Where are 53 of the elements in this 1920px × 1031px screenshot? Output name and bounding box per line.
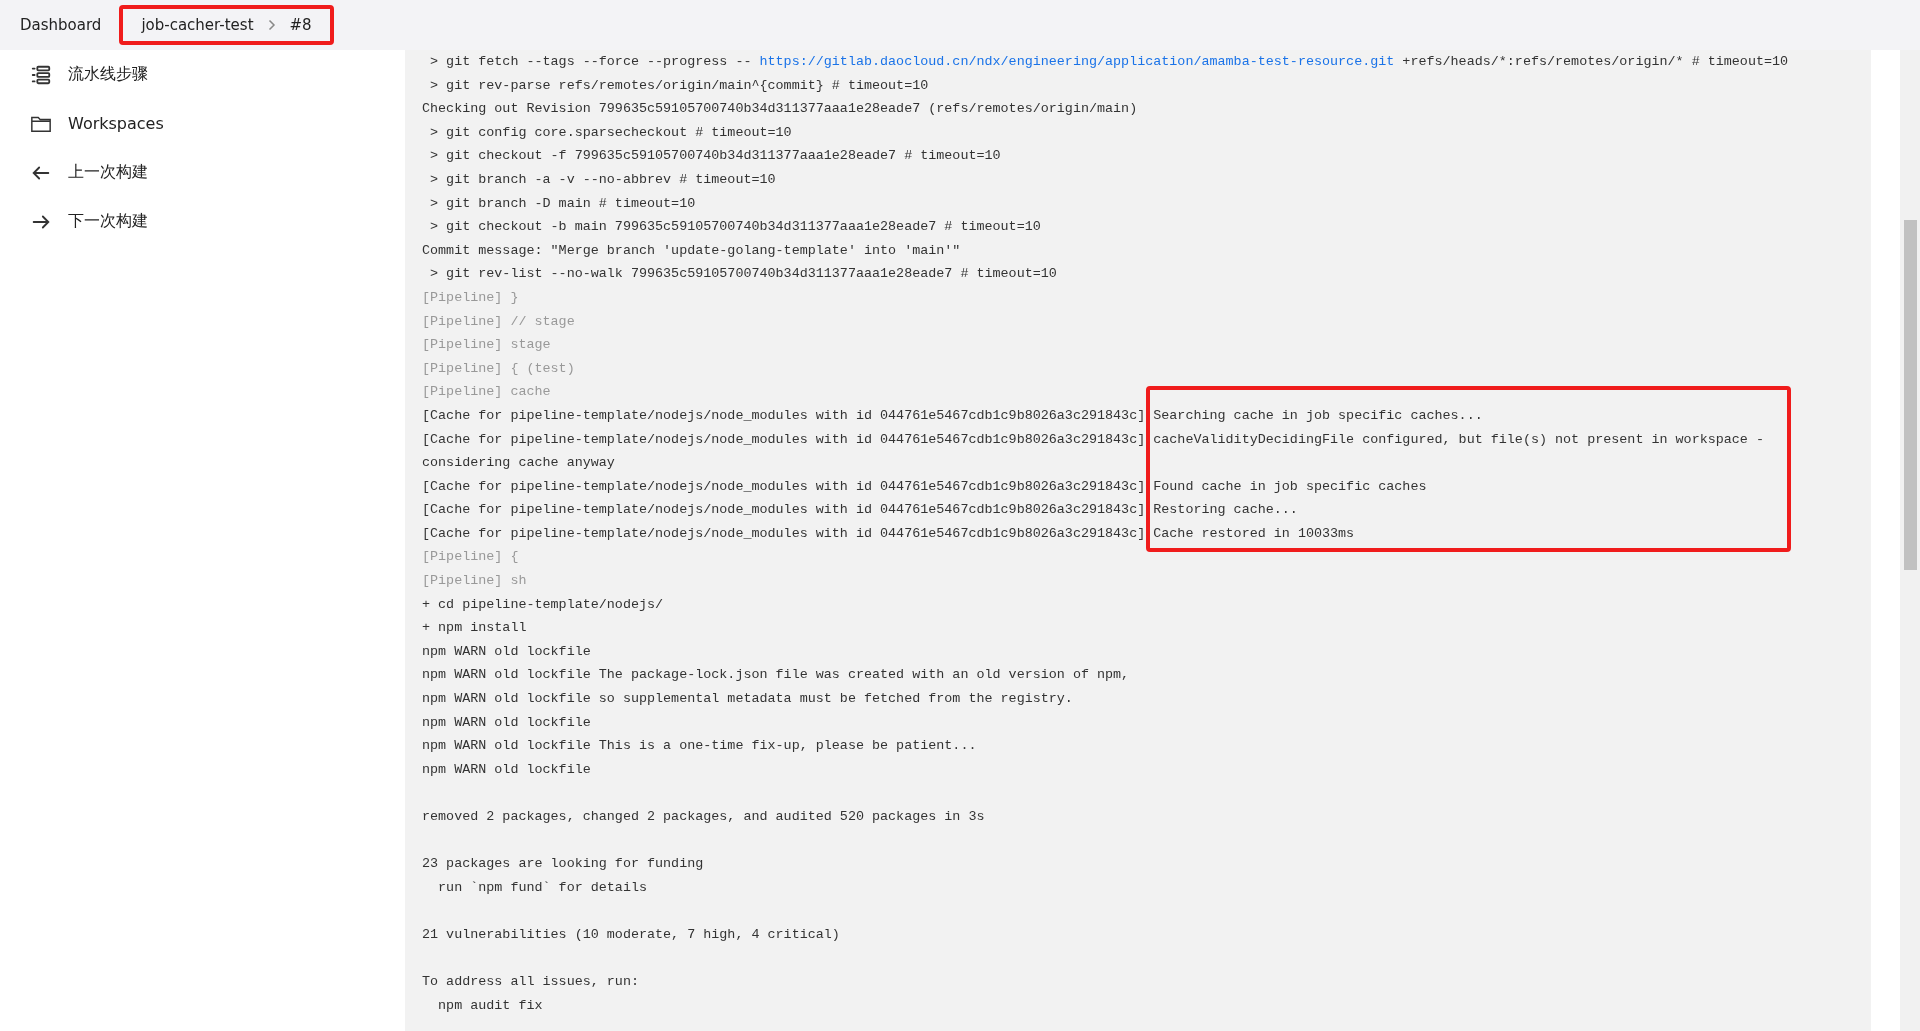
- log-line: [Pipeline] { (test): [422, 360, 575, 376]
- log-message: Searching cache in job specific caches...: [1153, 407, 1483, 423]
- log-line: > git rev-list --no-walk 799635c59105700740b34d311377aaa1e28eade7 # timeout=10: [429, 266, 1057, 282]
- repo-link[interactable]: https://gitlab.daocloud.cn/ndx/engineering/application/amamba-test-resource.git: [759, 54, 1395, 69]
- log-line: Commit message: "Merge branch 'update-golang-template' into 'main'": [422, 242, 961, 258]
- log-line: > git config core.sparsecheckout # timeout=10: [429, 124, 792, 140]
- log-line: + cd pipeline-template/nodejs/: [422, 596, 664, 612]
- log-line: > git fetch --tags --force --progress --: [429, 54, 753, 69]
- log-line: npm WARN old lockfile: [422, 761, 591, 777]
- log-line: +refs/heads/*:refs/remotes/origin/* # timeout=10: [1401, 54, 1789, 69]
- breadcrumb-link[interactable]: #8: [289, 16, 312, 34]
- log-line: npm WARN old lockfile: [422, 643, 591, 659]
- sidebar-item[interactable]: 流水线步骤: [0, 50, 405, 99]
- chevron-icon: [267, 19, 276, 31]
- log-line: [Pipeline] cache: [422, 384, 551, 400]
- log-line: npm WARN old lockfile This is a one-time fix-up, please be patient...: [422, 738, 977, 754]
- log-line: npm audit fix: [437, 997, 543, 1013]
- log-line: npm WARN old lockfile The package-lock.json file was created with an old version of npm,: [422, 667, 1130, 683]
- log-line: [Pipeline] {: [422, 549, 519, 565]
- sidebar-item[interactable]: Workspaces: [0, 99, 405, 148]
- log-line: npm WARN old lockfile so supplemental metadata must be fetched from the registry.: [422, 691, 1073, 707]
- log-prefix: [Cache for pipeline-template/nodejs/node_modules with id 044761e5467cdb1c9b8026a3c291843c]: [422, 502, 1146, 518]
- log-line: removed 2 packages, changed 2 packages, and audited 520 packages in 3s: [422, 809, 985, 824]
- breadcrumb-link[interactable]: job-cacher-test: [141, 16, 254, 34]
- log-line: npm WARN old lockfile: [422, 714, 591, 730]
- log-prefix: [Cache for pipeline-template/nodejs/node_modules with id 044761e5467cdb1c9b8026a3c291843c]: [422, 407, 1146, 423]
- log-line: 21 vulnerabilities (10 moderate, 7 high, 4 critical): [422, 926, 840, 942]
- log-line: Checking out Revision 799635c59105700740b34d311377aaa1e28eade7 (refs/remotes/origin/main): [422, 101, 1138, 117]
- log-line: > git checkout -f 799635c59105700740b34d311377aaa1e28eade7 # timeout=10: [429, 148, 1001, 164]
- log-line: run `npm fund` for details: [437, 879, 647, 895]
- log-line: To address all issues, run:: [422, 974, 639, 990]
- log-prefix: [Cache for pipeline-template/nodejs/node_modules with id 044761e5467cdb1c9b8026a3c291843c]: [422, 478, 1146, 494]
- breadcrumb-link[interactable]: Dashboard: [20, 16, 102, 34]
- log-line: + npm install: [422, 620, 527, 636]
- log-line: > git checkout -b main 799635c59105700740b34d311377aaa1e28eade7 # timeout=10: [429, 219, 1041, 235]
- log-message: Found cache in job specific caches: [1153, 478, 1427, 494]
- log-line: [Pipeline] }: [422, 289, 519, 305]
- log-line: > git branch -a -v --no-abbrev # timeout=10: [429, 171, 776, 187]
- log-line: considering cache anyway: [422, 455, 615, 471]
- list-icon: [30, 63, 52, 86]
- log-message: Restoring cache...: [1153, 502, 1298, 518]
- log-prefix: [Cache for pipeline-template/nodejs/node_modules with id 044761e5467cdb1c9b8026a3c291843c]: [422, 431, 1146, 447]
- log-line: > git rev-parse refs/remotes/origin/main^{commit} # timeout=10: [429, 77, 929, 93]
- log-line: [Pipeline] // stage: [422, 313, 575, 329]
- log-line: [Pipeline] stage: [422, 337, 551, 353]
- sidebar-item[interactable]: 下一次构建: [0, 197, 405, 246]
- log-message: Cache restored in 10033ms: [1153, 525, 1355, 541]
- log-line: [Pipeline] sh: [422, 573, 527, 589]
- sidebar-item[interactable]: 上一次构建: [0, 148, 405, 197]
- log-prefix: [Cache for pipeline-template/nodejs/node_modules with id 044761e5467cdb1c9b8026a3c291843c]: [422, 525, 1146, 541]
- log-message: cacheValidityDecidingFile configured, but file(s) not present in workspace -: [1153, 431, 1764, 447]
- log-line: 23 packages are looking for funding: [422, 856, 704, 872]
- log-line: > git branch -D main # timeout=10: [429, 195, 696, 211]
